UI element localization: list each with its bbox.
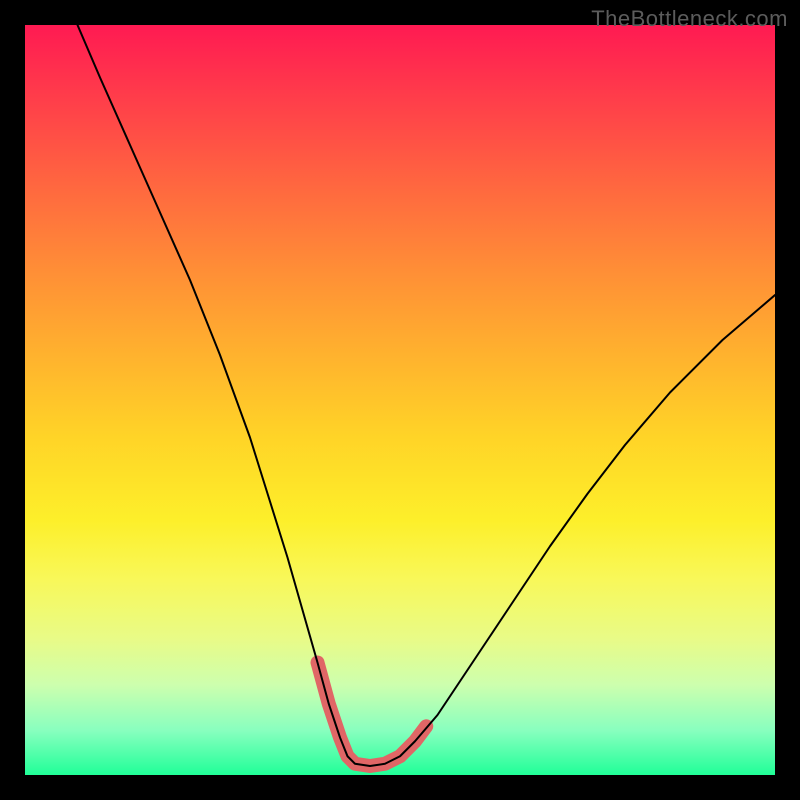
watermark-text: TheBottleneck.com — [591, 6, 788, 32]
plot-area — [25, 25, 775, 775]
main-curve — [78, 25, 776, 766]
curve-svg — [25, 25, 775, 775]
highlight-curve — [318, 663, 427, 767]
